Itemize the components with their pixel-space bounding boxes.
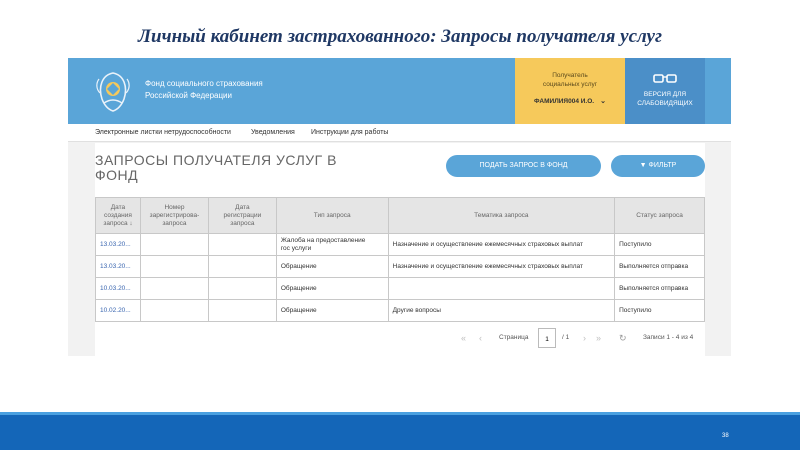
column-header-reg-number[interactable]: Номер зарегистрирова-запроса <box>139 197 209 234</box>
cell-reg-date <box>207 277 277 300</box>
cell-status: Поступило <box>614 233 705 256</box>
column-header-topic[interactable]: Тематика запроса <box>387 197 616 234</box>
last-page-icon[interactable]: » <box>596 333 601 343</box>
nav-item-notifications[interactable]: Уведомления <box>251 129 295 136</box>
fss-emblem-icon <box>96 72 130 112</box>
next-page-icon[interactable]: › <box>583 333 586 343</box>
cell-date[interactable]: 13.03.20... <box>95 255 141 278</box>
column-header-type[interactable]: Тип запроса <box>275 197 389 234</box>
page-title: ЗАПРОСЫ ПОЛУЧАТЕЛЯ УСЛУГ В ФОНД <box>95 152 337 183</box>
cell-date[interactable]: 10.03.20... <box>95 277 141 300</box>
submit-request-button[interactable]: ПОДАТЬ ЗАПРОС В ФОНД <box>446 155 601 177</box>
page-number-input[interactable] <box>538 328 556 348</box>
org-name[interactable]: Фонд социального страхования Российской … <box>145 78 263 102</box>
cell-type: Обращение <box>275 255 389 278</box>
nav-item-instructions[interactable]: Инструкции для работы <box>311 129 388 136</box>
column-header-status[interactable]: Статус запроса <box>614 197 705 234</box>
cell-status: Выполняется отправка <box>614 277 705 300</box>
cell-type: Обращение <box>275 299 389 322</box>
top-nav: Электронные листки нетрудоспособности Ув… <box>68 124 731 142</box>
low-vision-button[interactable]: ВЕРСИЯ ДЛЯ СЛАБОВИДЯЩИХ <box>625 58 705 124</box>
column-header-reg-date[interactable]: Дата регистрации запроса <box>207 197 277 234</box>
recipient-label: Получатель <box>552 72 588 79</box>
cell-topic <box>387 277 616 300</box>
prev-page-icon[interactable]: ‹ <box>479 333 482 343</box>
cell-reg-date <box>207 255 277 278</box>
cell-status: Поступило <box>614 299 705 322</box>
nav-item-sick-leave[interactable]: Электронные листки нетрудоспособности <box>95 129 231 136</box>
recipient-selector[interactable]: Получатель социальных услуг ФАМИЛИЯ004 И… <box>515 58 625 124</box>
cell-type: Обращение <box>275 277 389 300</box>
filter-button[interactable]: ▼ ФИЛЬТР <box>611 155 705 177</box>
first-page-icon[interactable]: « <box>461 333 466 343</box>
pagination: « ‹ Страница / 1 › » ↻ Записи 1 - 4 из 4 <box>95 327 705 348</box>
cell-number <box>139 299 209 322</box>
cell-reg-date <box>207 233 277 256</box>
page-total: / 1 <box>562 334 570 341</box>
filter-icon: ▼ <box>639 162 647 169</box>
table-header-row: Дата создания запроса ↓ Номер зарегистриров… <box>95 197 705 234</box>
cell-number <box>139 255 209 278</box>
cell-type: Жалоба на предоставление гос услуги <box>275 233 389 256</box>
app-header: Фонд социального страхования Российской … <box>68 58 731 124</box>
slide-title: Личный кабинет застрахованного: Запросы … <box>138 26 662 47</box>
requests-table: Дата создания запроса ↓ Номер зарегистриров… <box>95 197 705 322</box>
slide-footer-bar <box>0 412 800 450</box>
cell-topic: Назначение и осуществление ежемесячных с… <box>387 255 616 278</box>
cell-date[interactable]: 10.02.20... <box>95 299 141 322</box>
header-edge <box>705 58 731 124</box>
cell-status: Выполняется отправка <box>614 255 705 278</box>
cell-reg-date <box>207 299 277 322</box>
cell-topic: Другие вопросы <box>387 299 616 322</box>
glasses-icon <box>653 74 677 83</box>
table-row[interactable]: 13.03.20... Обращение Назначение и осуще… <box>95 255 705 278</box>
records-count: Записи 1 - 4 из 4 <box>643 334 694 341</box>
cell-number <box>139 277 209 300</box>
cell-number <box>139 233 209 256</box>
table-row[interactable]: 13.03.20... Жалоба на предоставление гос … <box>95 233 705 256</box>
app-screenshot: Фонд социального страхования Российской … <box>68 58 731 356</box>
column-header-created-date[interactable]: Дата создания запроса ↓ <box>95 197 141 234</box>
cell-date[interactable]: 13.03.20... <box>95 233 141 256</box>
table-row[interactable]: 10.03.20... Обращение Выполняется отправ… <box>95 277 705 300</box>
page-label: Страница <box>499 334 529 341</box>
slide-footer-line <box>0 412 800 415</box>
slide-number: 38 <box>722 433 729 439</box>
chevron-down-icon: ⌄ <box>600 98 606 105</box>
main-content: ЗАПРОСЫ ПОЛУЧАТЕЛЯ УСЛУГ В ФОНД ПОДАТЬ З… <box>95 143 705 356</box>
refresh-icon[interactable]: ↻ <box>619 333 627 344</box>
table-row[interactable]: 10.02.20... Обращение Другие вопросы Пос… <box>95 299 705 322</box>
recipient-user[interactable]: ФАМИЛИЯ004 И.О. ⌄ <box>515 97 625 106</box>
cell-topic: Назначение и осуществление ежемесячных с… <box>387 233 616 256</box>
recipient-label-2: социальных услуг <box>542 81 598 88</box>
